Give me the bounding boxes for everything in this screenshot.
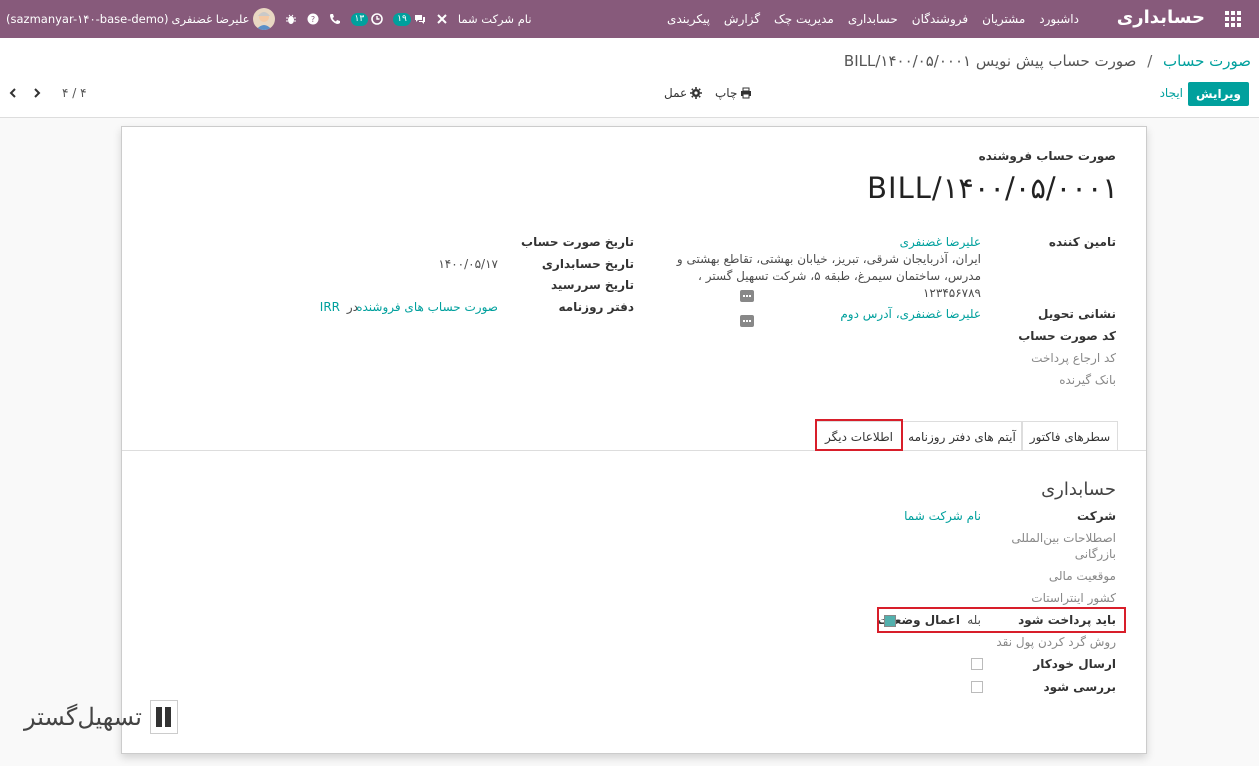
to-pay-highlight-box [877, 607, 1126, 633]
company-name: نام شرکت شما [457, 12, 532, 26]
bill-date-label: تاریخ صورت حساب [521, 235, 634, 249]
breadcrumb-current: صورت حساب پیش نویس BILL/۱۴۰۰/۰۵/۰۰۰۱ [843, 52, 1137, 70]
clock-icon [371, 13, 383, 25]
menu-reporting[interactable]: گزارش [724, 12, 760, 26]
tab-highlight-box [815, 419, 903, 451]
fiscal-position-label: موقعیت مالی [1048, 569, 1116, 583]
accounting-date-label: تاریخ حسابداری [541, 257, 634, 271]
menu-configuration[interactable]: پیکربندی [667, 12, 710, 26]
journal-label: دفتر روزنامه [558, 300, 634, 314]
user-avatar [252, 8, 275, 30]
control-panel: صورت حساب / صورت حساب پیش نویس BILL/۱۴۰۰… [0, 38, 1259, 118]
phone-icon[interactable] [329, 13, 341, 25]
printer-icon [741, 87, 752, 99]
apps-menu-icon[interactable] [1225, 11, 1241, 27]
to-check-checkbox[interactable] [971, 681, 983, 693]
bill-number: BILL/۱۴۰۰/۰۵/۰۰۰۱ [867, 171, 1118, 205]
main-menu: داشبورد مشتریان فروشندگان حسابداری مدیری… [667, 12, 1079, 26]
activity-menu[interactable]: ۱۳ [350, 12, 384, 26]
print-label: چاپ [715, 86, 738, 100]
company-label: شرکت [1077, 509, 1116, 523]
edit-button[interactable]: ویرایش [1187, 82, 1249, 106]
systray: نام شرکت شما ۱۹ ۱۳ ? علیرضا غضنفری (sazm… [6, 8, 532, 30]
move-type-title: صورت حساب فروشنده [978, 149, 1116, 163]
tab-journal-items[interactable]: آیتم های دفتر روزنامه [902, 421, 1022, 451]
pager-next-button[interactable] [32, 86, 42, 104]
menu-dashboard[interactable]: داشبورد [1039, 12, 1079, 26]
bug-icon[interactable] [285, 13, 297, 25]
menu-customers[interactable]: مشتریان [982, 12, 1025, 26]
database-name: (sazmanyar-۱۴۰-base-demo) [6, 12, 169, 26]
tab-invoice-lines[interactable]: سطرهای فاکتور [1022, 421, 1118, 451]
auto-send-label: ارسال خودکار [1033, 657, 1116, 671]
gear-icon [690, 87, 703, 99]
cash-rounding-label: روش گرد کردن پول نقد [996, 635, 1116, 649]
menu-accounting[interactable]: حسابداری [848, 12, 898, 26]
vendor-link[interactable]: علیرضا غضنفری [900, 235, 981, 249]
top-navbar: حسابداری داشبورد مشتریان فروشندگان حسابد… [0, 0, 1259, 38]
journal-link[interactable]: صورت حساب های فروشنده [356, 300, 498, 314]
messages-badge: ۱۹ [393, 12, 411, 26]
accounting-section-title: حسابداری [1041, 479, 1116, 500]
due-date-label: تاریخ سررسید [550, 278, 634, 292]
recipient-bank-label: بانک گیرنده [1059, 373, 1116, 387]
delivery-address-link[interactable]: علیرضا غضنفری، آدرس دوم [840, 307, 981, 321]
company-switcher[interactable]: نام شرکت شما [458, 12, 532, 26]
chevron-left-icon [9, 88, 16, 98]
menu-vendors[interactable]: فروشندگان [912, 12, 968, 26]
payment-reference-label: کد ارجاع پرداخت [1031, 351, 1116, 365]
incoterm-label-line-2: بازرگانی [1074, 547, 1116, 561]
pager-previous-button[interactable] [8, 86, 18, 104]
delivery-address-label: نشانی تحویل [1038, 307, 1116, 321]
user-name: علیرضا غضنفری [171, 12, 250, 26]
currency-link[interactable]: IRR [320, 300, 340, 314]
tab-journal-items-label: آیتم های دفتر روزنامه [908, 429, 1016, 444]
chevron-right-icon [34, 88, 41, 98]
vendor-label: تامین کننده [1048, 235, 1116, 249]
menu-cheque-management[interactable]: مدیریت چک [774, 12, 834, 26]
watermark-logo: تسهیل‌گستر [24, 700, 178, 734]
help-icon[interactable]: ? [307, 13, 319, 25]
app-brand[interactable]: حسابداری [1117, 7, 1205, 28]
vendor-phone: ۱۲۳۴۵۶۷۸۹ [922, 286, 981, 300]
watermark-text: تسهیل‌گستر [24, 703, 142, 731]
breadcrumb: صورت حساب / صورت حساب پیش نویس BILL/۱۴۰۰… [844, 52, 1251, 70]
user-menu[interactable]: علیرضا غضنفری (sazmanyar-۱۴۰-base-demo) [6, 8, 275, 30]
svg-text:?: ? [310, 15, 314, 24]
action-label: عمل [664, 86, 688, 100]
create-button[interactable]: ایجاد [1160, 86, 1183, 100]
intrastat-country-label: کشور اینتراستات [1031, 591, 1116, 605]
chat-icon [414, 15, 425, 24]
breadcrumb-separator: / [1147, 52, 1153, 70]
print-dropdown[interactable]: چاپ [715, 86, 752, 100]
breadcrumb-parent[interactable]: صورت حساب [1163, 52, 1251, 70]
tools-icon[interactable] [436, 13, 448, 25]
vendor-address-line-2: مدرس، ساختمان سیمرغ، طبقه ۵، شرکت تسهیل … [698, 269, 981, 283]
watermark-icon [149, 700, 178, 734]
to-check-label: بررسی شود [1043, 680, 1116, 694]
incoterm-label-line-1: اصطلاحات بین‌المللی [1011, 531, 1116, 545]
accounting-date-value: ۱۴۰۰/۰۵/۱۷ [438, 257, 498, 271]
form-sheet: صورت حساب فروشنده BILL/۱۴۰۰/۰۵/۰۰۰۱ تامی… [121, 126, 1147, 754]
tab-invoice-lines-label: سطرهای فاکتور [1029, 429, 1111, 444]
tab-divider [122, 450, 1146, 451]
activities-badge: ۱۳ [350, 12, 369, 26]
journal-in-text: در [346, 300, 358, 314]
bill-reference-label: کد صورت حساب [1018, 329, 1116, 343]
messaging-menu[interactable]: ۱۹ [393, 12, 426, 26]
vendor-more-icon[interactable] [740, 290, 754, 302]
delivery-more-icon[interactable] [740, 315, 754, 327]
vendor-address-line-1: ایران، آذربایجان شرقی، تبریز، خیابان بهش… [676, 252, 981, 266]
company-link[interactable]: نام شرکت شما [904, 509, 981, 523]
auto-send-checkbox[interactable] [971, 658, 983, 670]
action-dropdown[interactable]: عمل [664, 86, 703, 100]
pager-value[interactable]: ۴ / ۴ [62, 86, 87, 100]
